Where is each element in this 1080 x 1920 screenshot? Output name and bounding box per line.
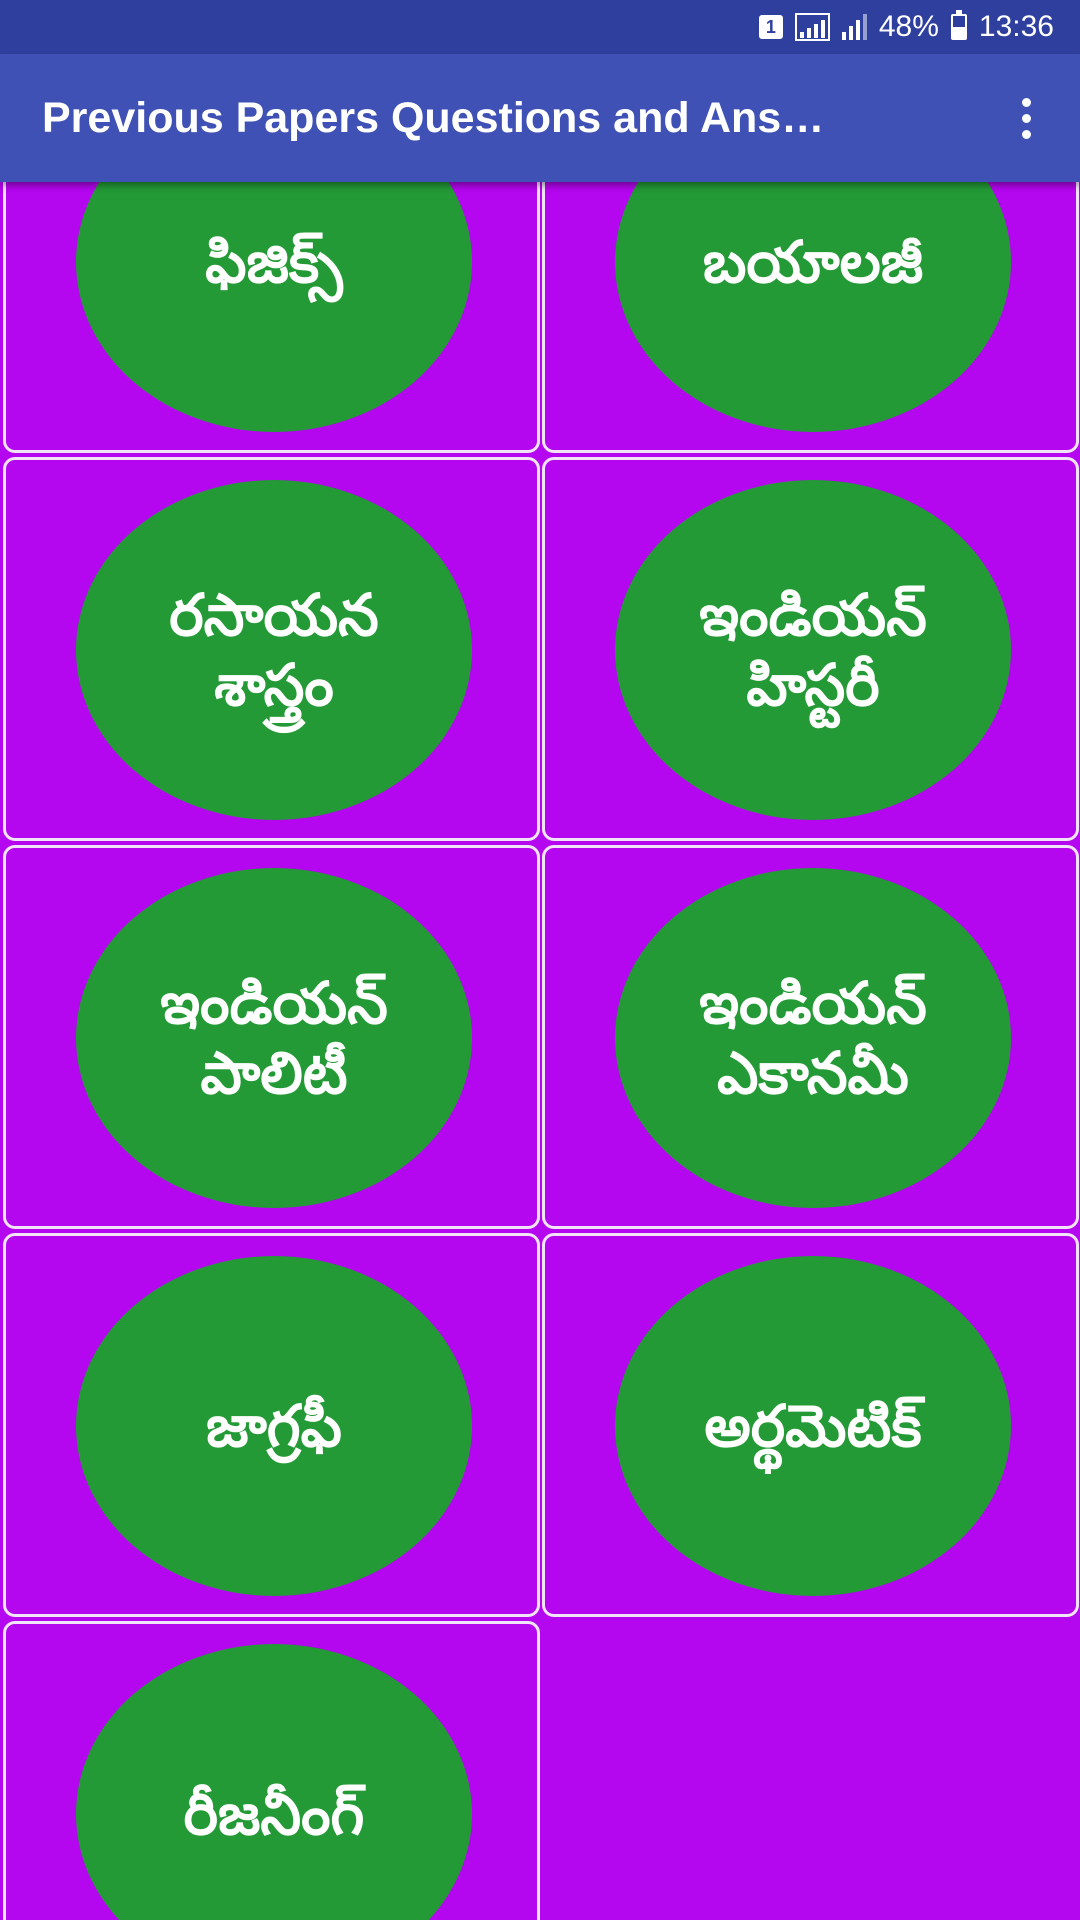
tile-reasoning[interactable]: రీజనీంగ్: [3, 1621, 540, 1920]
tile-circle: రసాయన శాస్త్రం: [76, 480, 472, 820]
tile-indian-polity[interactable]: ఇండియన్ పాలిటీ: [3, 845, 540, 1229]
tile-circle: ఇండియన్ హిస్టరీ: [615, 480, 1011, 820]
tile-indian-history[interactable]: ఇండియన్ హిస్టరీ: [542, 457, 1079, 841]
tile-label: ఇండియన్ పాలిటీ: [160, 969, 388, 1107]
app-title: Previous Papers Questions and Ans…: [42, 94, 825, 142]
tile-circle: ఇండియన్ ఎకానమీ: [615, 868, 1011, 1208]
status-icons: 1 48% 13:36: [758, 0, 1054, 54]
sim-icon: 1: [758, 15, 783, 39]
signal-sim2-icon: [841, 14, 867, 40]
battery-icon: [950, 10, 967, 40]
tile-arithmetic[interactable]: అర్థమెటిక్: [542, 1233, 1079, 1617]
tile-circle: ఫిజిక్స్: [76, 182, 472, 432]
signal-sim1-icon: [794, 13, 830, 41]
tile-geography[interactable]: జాగ్రఫీ: [3, 1233, 540, 1617]
tile-circle: రీజనీంగ్: [76, 1644, 472, 1920]
tile-physics[interactable]: ఫిజిక్స్: [3, 182, 540, 453]
tile-label: ఇండియన్ హిస్టరీ: [699, 581, 927, 719]
more-vert-icon[interactable]: [996, 88, 1056, 148]
battery-percent: 48%: [878, 10, 939, 43]
tile-label: ఫిజిక్స్: [205, 228, 343, 296]
tile-label: అర్థమెటిక్: [704, 1392, 922, 1460]
tile-circle: బయాలజీ: [615, 182, 1011, 432]
tile-label: బయాలజీ: [702, 228, 924, 296]
app-bar: Previous Papers Questions and Ans…: [0, 54, 1080, 182]
tile-label: రీజనీంగ్: [183, 1780, 365, 1848]
tile-circle: అర్థమెటిక్: [615, 1256, 1011, 1596]
tile-label: ఇండియన్ ఎకానమీ: [699, 969, 927, 1107]
tile-circle: జాగ్రఫీ: [76, 1256, 472, 1596]
clock: 13:36: [978, 10, 1054, 43]
tile-circle: ఇండియన్ పాలిటీ: [76, 868, 472, 1208]
tile-label: జాగ్రఫీ: [206, 1392, 342, 1460]
tile-indian-economy[interactable]: ఇండియన్ ఎకానమీ: [542, 845, 1079, 1229]
subject-grid: ఫిజిక్స్ బయాలజీ రసాయన శాస్త్రం ఇండియన్ హ…: [0, 182, 1080, 1920]
tile-biology[interactable]: బయాలజీ: [542, 182, 1079, 453]
tile-label: రసాయన శాస్త్రం: [169, 581, 379, 719]
tile-chemistry[interactable]: రసాయన శాస్త్రం: [3, 457, 540, 841]
status-bar: 1 48% 13:36: [0, 0, 1080, 54]
